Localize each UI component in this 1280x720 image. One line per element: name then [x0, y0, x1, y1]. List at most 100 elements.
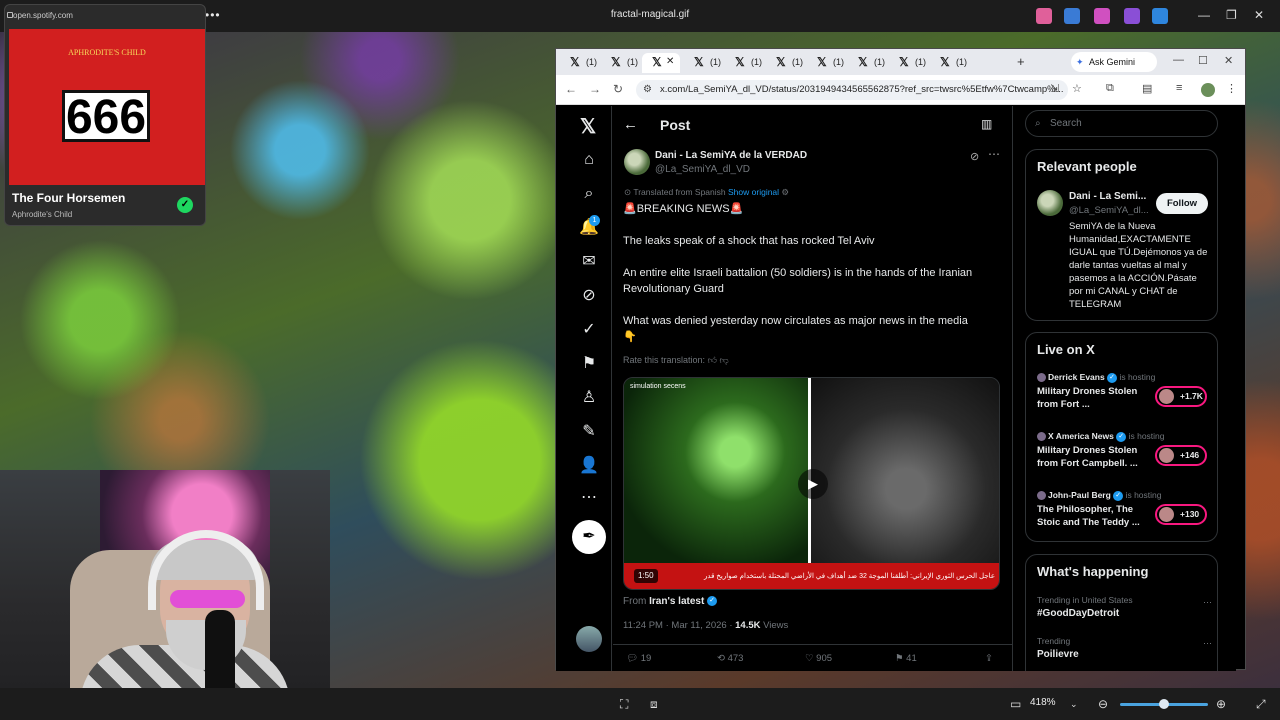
tab-count: (1)	[627, 57, 638, 67]
messages-icon[interactable]: ✉	[576, 250, 602, 274]
post-more-icon[interactable]: ⋯	[988, 147, 1000, 161]
crop-icon[interactable]: ⧈	[650, 697, 658, 712]
spotify-miniplayer[interactable]: open.spotify.com APHRODITE'S CHILD 666 T…	[4, 4, 206, 226]
zoom-slider-knob[interactable]	[1159, 699, 1169, 709]
minimize-icon[interactable]: —	[1198, 8, 1210, 22]
author-name[interactable]: Dani - La SemiYA de la VERDAD	[655, 150, 807, 161]
repost-button[interactable]: ⟲ 473	[717, 653, 743, 664]
listener-pill[interactable]: +1.7K	[1155, 386, 1207, 407]
trend-more-icon[interactable]: ⋯	[1203, 597, 1212, 608]
zoom-level[interactable]: 418%	[1030, 697, 1056, 708]
fullscreen-icon[interactable]: ⤢	[1256, 697, 1266, 712]
cloud-icon[interactable]	[1152, 8, 1168, 24]
trend-item[interactable]: Trending Poilievre ⋯	[1037, 636, 1212, 660]
follow-button[interactable]: Follow	[1156, 193, 1208, 214]
verified-badge-icon: ✓	[707, 596, 718, 607]
url-field[interactable]: ⚙ x.com/La_SemiYA_dl_VD/status/2031949434…	[636, 80, 1068, 100]
search-input[interactable]: ⌕ Search	[1025, 110, 1218, 137]
back-icon[interactable]: ←	[565, 82, 577, 96]
liked-check-icon[interactable]: ✓	[177, 197, 193, 213]
jobs-icon[interactable]: ♙	[576, 386, 602, 410]
edit-icon[interactable]	[1064, 8, 1080, 24]
x-logo-icon: 𝕏	[694, 55, 704, 69]
cast-icon[interactable]: ⇲	[1050, 82, 1059, 95]
like-button[interactable]: ♡ 905	[805, 653, 832, 664]
bookmarks-icon[interactable]: ⚑	[576, 352, 602, 376]
live-item[interactable]: Derrick Evans ✓ is hosting Military Dron…	[1037, 372, 1212, 422]
zoom-slider[interactable]	[1120, 699, 1208, 709]
person-name[interactable]: Dani - La Semi...	[1069, 191, 1146, 202]
listener-pill[interactable]: +130	[1155, 504, 1207, 525]
zoom-out-icon[interactable]: ⊖	[1098, 697, 1108, 711]
thumbs-up-icon[interactable]: 👍︎	[708, 355, 717, 365]
trend-item[interactable]: Trending in United States #GoodDayDetroi…	[1037, 595, 1212, 619]
trend-more-icon[interactable]: ⋯	[1203, 638, 1212, 649]
app-icon[interactable]	[1094, 8, 1110, 24]
listener-pill[interactable]: +146	[1155, 445, 1207, 466]
profile-avatar[interactable]	[1201, 83, 1215, 97]
grok-icon[interactable]: ⊘	[970, 150, 979, 163]
fit-icon[interactable]: ⛶	[620, 697, 628, 712]
live-item[interactable]: John-Paul Berg ✓ is hosting The Philosop…	[1037, 490, 1212, 540]
verified-badge-icon: ✓	[1113, 490, 1124, 501]
post-actions: 💬︎ 19 ⟲ 473 ♡ 905 ⚑ 41 ⇪	[613, 644, 1013, 671]
post-line: 🚨BREAKING NEWS🚨	[623, 203, 744, 215]
browser-minimize-icon[interactable]: —	[1173, 54, 1184, 66]
app2-icon[interactable]	[1124, 8, 1140, 24]
thumbs-down-icon[interactable]: 👎︎	[719, 355, 728, 365]
new-tab-button[interactable]: +	[1017, 54, 1025, 69]
tab-count: (1)	[792, 57, 803, 67]
post-timestamp[interactable]: 11:24 PM · Mar 11, 2026 ·	[623, 620, 735, 631]
close-icon[interactable]: ✕	[1254, 8, 1264, 22]
x-logo-icon[interactable]: 𝕏	[580, 114, 596, 139]
person-avatar[interactable]	[1037, 190, 1063, 216]
verified-icon[interactable]: ✓	[576, 318, 602, 342]
post-meta: 11:24 PM · Mar 11, 2026 · 14.5K Views	[623, 620, 788, 631]
play-icon[interactable]: ▶	[798, 469, 828, 499]
extensions-icon[interactable]: ⧉	[1106, 82, 1114, 95]
zoom-in-icon[interactable]: ⊕	[1216, 697, 1226, 711]
listener-count: +130	[1180, 509, 1200, 519]
reload-icon[interactable]: ↻	[613, 82, 623, 96]
home-icon[interactable]: ⌂	[576, 148, 602, 172]
site-info-icon[interactable]: ⚙	[643, 80, 652, 100]
x-logo-icon: 𝕏	[858, 55, 868, 69]
zoom-dropdown-icon[interactable]: ⌄	[1070, 699, 1078, 710]
copilot-icon[interactable]	[1036, 8, 1052, 24]
back-arrow-icon[interactable]: ←	[623, 116, 638, 133]
ask-gemini-button[interactable]: ✦ Ask Gemini	[1071, 52, 1157, 72]
maximize-icon[interactable]: ❐	[1226, 8, 1237, 22]
search-icon[interactable]: ⌕	[576, 182, 602, 206]
sidebar-icon[interactable]: ▤	[1142, 82, 1152, 95]
browser-close-icon[interactable]: ✕	[1224, 54, 1233, 67]
account-avatar[interactable]	[576, 626, 602, 652]
reply-button[interactable]: 💬︎ 19	[626, 653, 651, 664]
articles-icon[interactable]: ✎	[576, 420, 602, 444]
more-icon[interactable]: •••	[205, 8, 221, 22]
share-icon[interactable]: ⇪	[985, 653, 993, 664]
listener-avatar	[1159, 389, 1174, 404]
reader-icon[interactable]: ▥	[981, 117, 992, 131]
video-player[interactable]: simulation secens ▶ عاجل الحرس الثوري ال…	[623, 377, 1000, 590]
bookmark-count: 41	[906, 653, 917, 664]
bookmark-button[interactable]: ⚑ 41	[895, 653, 917, 664]
tab-x[interactable]: 𝕏 (1)	[930, 53, 1008, 73]
show-original-link[interactable]: Show original	[728, 187, 779, 197]
menu-icon[interactable]: ⋮	[1226, 82, 1237, 95]
tab-x-active[interactable]: 𝕏 ✕	[642, 53, 680, 73]
profile-icon[interactable]: 👤	[576, 454, 602, 478]
browser-maximize-icon[interactable]: ☐	[1198, 54, 1208, 67]
media-icon[interactable]: ≡	[1176, 82, 1182, 94]
author-avatar[interactable]	[624, 149, 650, 175]
tab-count: (1)	[833, 57, 844, 67]
forward-icon[interactable]: →	[589, 82, 601, 96]
compose-post-button[interactable]: ✒	[572, 520, 606, 554]
tab-close-icon[interactable]: ✕	[666, 56, 674, 67]
live-item[interactable]: X America News ✓ is hosting Military Dro…	[1037, 431, 1212, 481]
screen-icon[interactable]: ▭	[1010, 697, 1021, 711]
grok-icon[interactable]: ⊘	[576, 284, 602, 308]
more-icon[interactable]: ⋯	[576, 486, 602, 510]
author-handle[interactable]: @La_SemiYA_dl_VD	[655, 164, 750, 175]
source-link[interactable]: Iran's latest	[649, 596, 704, 607]
bookmark-star-icon[interactable]: ☆	[1072, 82, 1082, 95]
